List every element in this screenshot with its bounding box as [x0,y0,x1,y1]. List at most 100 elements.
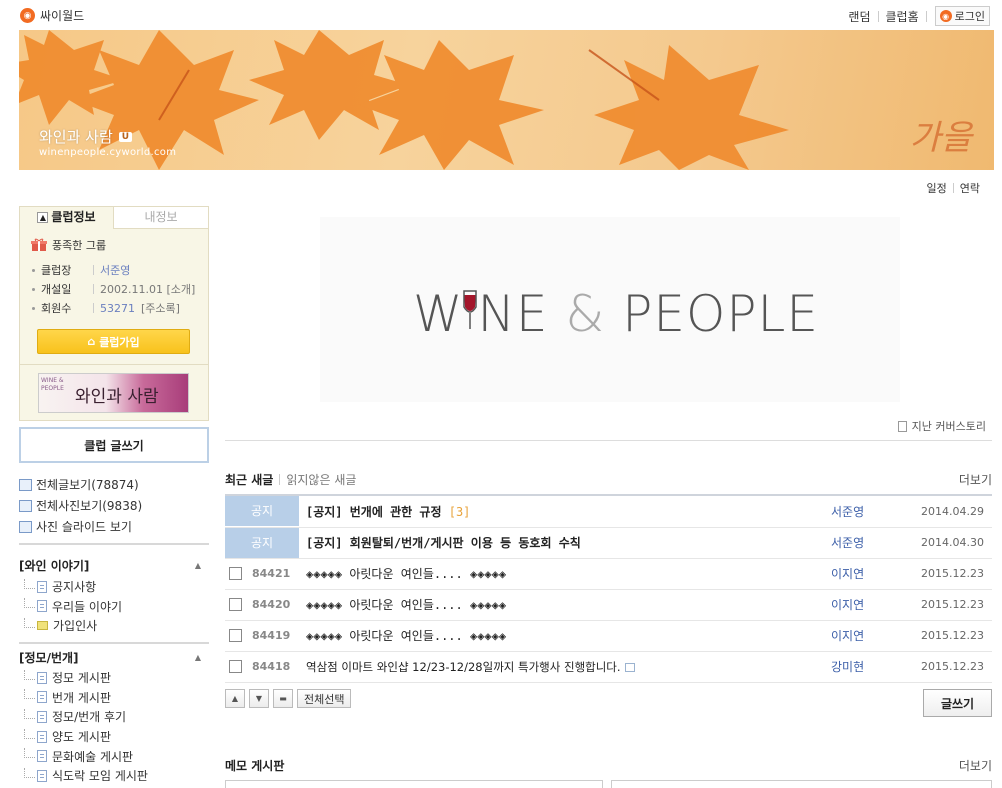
more-link[interactable]: 더보기 [959,471,992,488]
logo-ampersand: & [565,285,606,343]
season-lettering: 가을 [909,118,972,158]
board-gourmet[interactable]: 식도락 모임 게시판 [19,766,209,786]
post-title-cell: ◈◈◈◈◈ 아릿다운 여인들.... ◈◈◈◈◈ [299,558,832,590]
view-all-photos-label: 전체사진보기(9838) [36,499,143,513]
collapse-arrow-icon[interactable]: ▲ [195,561,201,570]
board-greetings[interactable]: 가입인사 [19,616,209,636]
board-flash-meetup[interactable]: 번개 게시판 [19,688,209,708]
memo-more-link[interactable]: 더보기 [959,757,992,774]
tree-line [24,578,35,589]
post-checkbox[interactable] [229,660,242,673]
move-up-button[interactable]: ▲ [225,689,245,708]
post-title-link[interactable]: [공지] 번개에 관한 규정 [306,505,441,519]
comment-count[interactable]: [3] [449,505,471,519]
board-notice[interactable]: 공지사항 [19,577,209,597]
post-title-link[interactable]: ◈◈◈◈◈ 아릿다운 여인들.... ◈◈◈◈◈ [306,629,506,643]
club-mini-banner[interactable]: WINE & PEOPLE 와인과 사람 [38,373,189,413]
tab-unread-posts[interactable]: 읽지않은 새글 [286,471,356,488]
slideshow-icon [19,520,32,533]
post-title-link[interactable]: 역삼점 이마트 와인샵 12/23-12/28일까지 특가행사 진행합니다. [306,660,621,674]
post-author[interactable]: 이지연 [831,558,922,590]
post-author[interactable]: 이지연 [831,589,922,621]
post-author[interactable]: 강미현 [831,651,922,683]
document-icon [37,691,47,704]
board-meetup-reviews[interactable]: 정모/번개 후기 [19,707,209,727]
top-links: 랜덤 클럽홈 ◉ 로그인 [841,6,990,26]
owner-value[interactable]: 서준영 [100,262,130,278]
post-checkbox[interactable] [229,598,242,611]
document-icon [37,730,47,743]
post-checkbox[interactable] [229,629,242,642]
club-url[interactable]: winenpeople.cyworld.com [39,147,176,158]
post-title-cell: [공지] 번개에 관한 규정 [3] [299,496,832,528]
post-number: 84421 [252,567,291,580]
tree-line [24,748,35,759]
update-badge: U [118,131,133,142]
new-posts-header: 최근 새글 읽지않은 새글 더보기 [225,470,992,488]
tab-my-info[interactable]: 내정보 [114,207,208,229]
select-all-button[interactable]: 전체선택 [297,689,352,708]
post-date: 2014.04.29 [921,496,992,528]
category-meetups[interactable]: [정모/번개] ▲ [19,647,209,667]
schedule-link[interactable]: 일정 [921,180,953,196]
collapse-arrow-icon[interactable]: ▲ [195,653,201,662]
post-number-cell: 84418 [225,651,299,683]
random-link[interactable]: 랜덤 [841,8,877,25]
photo-slideshow-link[interactable]: 사진 슬라이드 보기 [19,516,209,537]
category-wine-story-list: 공지사항 우리들 이야기 가입인사 [19,577,209,636]
document-icon [37,600,47,613]
logo-people: PEOPLE [622,285,819,343]
bullet [32,268,35,272]
post-number-cell: 공지 [225,527,299,559]
document-icon [37,580,47,593]
post-title-cell: [공지] 회원탈퇴/번개/게시판 이용 등 동호회 수칙 [299,527,832,559]
view-all-photos-link[interactable]: 전체사진보기(9838) [19,495,209,516]
board-label: 정모 게시판 [52,671,112,686]
owner-key: 클럽장 [41,264,72,277]
board-our-story[interactable]: 우리들 이야기 [19,597,209,617]
post-author[interactable]: 서준영 [831,527,922,559]
past-cover-story-link[interactable]: 지난 커버스토리 [897,418,986,434]
tab-club-info[interactable]: ▲ 클럽정보 [20,207,114,229]
document-icon [37,710,47,723]
post-number-cell: 공지 [225,496,299,528]
cyworld-logo-icon: ◉ [20,8,35,23]
post-title-link[interactable]: [공지] 회원탈퇴/번개/게시판 이용 등 동호회 수칙 [306,536,581,550]
club-write-button[interactable]: 클럽 글쓰기 [19,427,209,463]
board-regular-meetup[interactable]: 정모 게시판 [19,668,209,688]
board-transfer[interactable]: 양도 게시판 [19,727,209,747]
post-title-link[interactable]: ◈◈◈◈◈ 아릿다운 여인들.... ◈◈◈◈◈ [306,567,506,581]
post-author[interactable]: 이지연 [831,620,922,652]
write-post-button[interactable]: 글쓰기 [923,689,992,717]
document-icon [37,769,47,782]
cover-story[interactable]: W NE & PEOPLE [225,207,992,412]
info-row-founded: 개설일 2002.11.01 [소개] [32,281,195,297]
join-club-button[interactable]: ⌂ 클럽가입 [37,329,190,354]
post-author[interactable]: 서준영 [831,496,922,528]
login-button[interactable]: ◉ 로그인 [934,6,990,26]
move-down-button[interactable]: ▼ [249,689,269,708]
document-icon [37,750,47,763]
founded-value[interactable]: 2002.11.01 [소개] [100,281,195,297]
memo-icon [37,621,48,631]
board-culture-arts[interactable]: 문화예술 게시판 [19,746,209,766]
collapse-button[interactable]: ▬ [273,689,293,708]
club-home-link[interactable]: 클럽홈 [879,8,926,25]
login-label: 로그인 [954,10,985,23]
divider [19,543,209,545]
cyworld-home-link[interactable]: ◉ 싸이월드 [20,7,84,24]
category-wine-story[interactable]: [와인 이야기] ▲ [19,555,209,575]
post-date: 2015.12.23 [921,589,992,621]
mini-banner-en: WINE & PEOPLE [41,377,64,392]
collapse-icon[interactable]: ▲ [37,212,49,223]
tree-line [24,728,35,739]
tab-recent-posts[interactable]: 최근 새글 [225,471,273,488]
grade-label: 풍족한 그룹 [52,239,107,252]
info-row-members: 회원수 53271 [주소록] [32,300,180,316]
attachment-icon [624,662,635,672]
post-checkbox[interactable] [229,567,242,580]
post-title-link[interactable]: ◈◈◈◈◈ 아릿다운 여인들.... ◈◈◈◈◈ [306,598,506,612]
contact-link[interactable]: 연락 [954,180,986,196]
address-book-link[interactable]: [주소록] [141,300,180,316]
view-all-posts-link[interactable]: 전체글보기(78874) [19,474,209,495]
